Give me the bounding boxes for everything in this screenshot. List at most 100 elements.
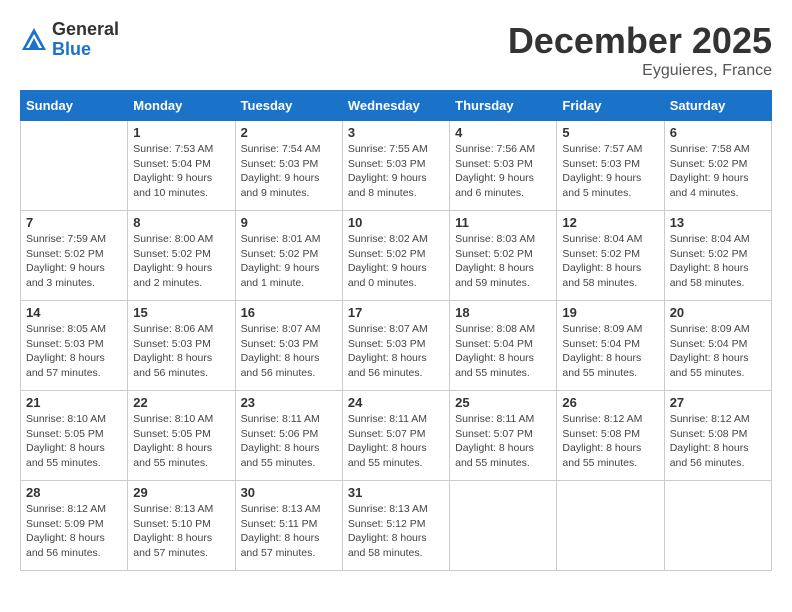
day-of-week-header: Tuesday xyxy=(235,91,342,121)
calendar-week-row: 7 Sunrise: 7:59 AMSunset: 5:02 PMDaylight… xyxy=(21,211,772,301)
day-number: 22 xyxy=(133,395,229,410)
day-info: Sunrise: 7:53 AMSunset: 5:04 PMDaylight:… xyxy=(133,142,229,201)
calendar-day-cell: 17Sunrise: 8:07 AMSunset: 5:03 PMDayligh… xyxy=(342,301,449,391)
day-info: Sunrise: 8:07 AMSunset: 5:03 PMDaylight:… xyxy=(241,322,337,381)
calendar-day-cell: 12 Sunrise: 8:04 AMSunset: 5:02 PMDayligh… xyxy=(557,211,664,301)
day-number: 28 xyxy=(26,485,122,500)
day-of-week-header: Thursday xyxy=(450,91,557,121)
calendar-day-cell: 28 Sunrise: 8:12 AMSunset: 5:09 PMDayligh… xyxy=(21,481,128,571)
day-number: 16 xyxy=(241,305,337,320)
logo: General Blue xyxy=(20,20,119,60)
day-info: Sunrise: 8:03 AMSunset: 5:02 PMDaylight:… xyxy=(455,232,551,291)
day-number: 11 xyxy=(455,215,551,230)
day-info: Sunrise: 8:06 AMSunset: 5:03 PMDaylight:… xyxy=(133,322,229,381)
calendar-day-cell: 6Sunrise: 7:58 AMSunset: 5:02 PMDaylight… xyxy=(664,121,771,211)
day-number: 1 xyxy=(133,125,229,140)
calendar-day-cell: 9 Sunrise: 8:01 AMSunset: 5:02 PMDaylight… xyxy=(235,211,342,301)
month-title: December 2025 xyxy=(508,20,772,62)
page-header: General Blue December 2025 Eyguieres, Fr… xyxy=(20,20,772,80)
calendar-day-cell xyxy=(450,481,557,571)
calendar-day-cell: 13 Sunrise: 8:04 AMSunset: 5:02 PMDayligh… xyxy=(664,211,771,301)
day-info: Sunrise: 7:59 AMSunset: 5:02 PMDaylight:… xyxy=(26,232,122,291)
calendar-day-cell: 30 Sunrise: 8:13 AMSunset: 5:11 PMDayligh… xyxy=(235,481,342,571)
calendar-day-cell: 14 Sunrise: 8:05 AMSunset: 5:03 PMDayligh… xyxy=(21,301,128,391)
day-number: 29 xyxy=(133,485,229,500)
logo-text: General Blue xyxy=(52,20,119,60)
calendar-week-row: 1 Sunrise: 7:53 AMSunset: 5:04 PMDaylight… xyxy=(21,121,772,211)
day-number: 23 xyxy=(241,395,337,410)
day-number: 15 xyxy=(133,305,229,320)
day-info: Sunrise: 7:57 AMSunset: 5:03 PMDaylight:… xyxy=(562,142,658,201)
day-number: 12 xyxy=(562,215,658,230)
day-info: Sunrise: 8:09 AMSunset: 5:04 PMDaylight:… xyxy=(670,322,766,381)
day-info: Sunrise: 8:12 AMSunset: 5:08 PMDaylight:… xyxy=(670,412,766,471)
calendar-day-cell xyxy=(21,121,128,211)
calendar-week-row: 14 Sunrise: 8:05 AMSunset: 5:03 PMDayligh… xyxy=(21,301,772,391)
day-info: Sunrise: 8:05 AMSunset: 5:03 PMDaylight:… xyxy=(26,322,122,381)
calendar-day-cell: 18 Sunrise: 8:08 AMSunset: 5:04 PMDayligh… xyxy=(450,301,557,391)
day-info: Sunrise: 8:11 AMSunset: 5:06 PMDaylight:… xyxy=(241,412,337,471)
day-info: Sunrise: 8:08 AMSunset: 5:04 PMDaylight:… xyxy=(455,322,551,381)
day-info: Sunrise: 8:04 AMSunset: 5:02 PMDaylight:… xyxy=(670,232,766,291)
day-number: 21 xyxy=(26,395,122,410)
day-info: Sunrise: 8:11 AMSunset: 5:07 PMDaylight:… xyxy=(348,412,444,471)
day-info: Sunrise: 8:11 AMSunset: 5:07 PMDaylight:… xyxy=(455,412,551,471)
calendar-day-cell: 7 Sunrise: 7:59 AMSunset: 5:02 PMDaylight… xyxy=(21,211,128,301)
location: Eyguieres, France xyxy=(508,62,772,80)
calendar-day-cell xyxy=(664,481,771,571)
calendar-day-cell: 26 Sunrise: 8:12 AMSunset: 5:08 PMDayligh… xyxy=(557,391,664,481)
calendar-day-cell: 3 Sunrise: 7:55 AMSunset: 5:03 PMDaylight… xyxy=(342,121,449,211)
calendar-day-cell: 23 Sunrise: 8:11 AMSunset: 5:06 PMDayligh… xyxy=(235,391,342,481)
day-info: Sunrise: 8:12 AMSunset: 5:09 PMDaylight:… xyxy=(26,502,122,561)
day-info: Sunrise: 7:55 AMSunset: 5:03 PMDaylight:… xyxy=(348,142,444,201)
calendar-day-cell xyxy=(557,481,664,571)
day-number: 30 xyxy=(241,485,337,500)
day-of-week-header: Wednesday xyxy=(342,91,449,121)
calendar-day-cell: 8 Sunrise: 8:00 AMSunset: 5:02 PMDaylight… xyxy=(128,211,235,301)
calendar-day-cell: 29Sunrise: 8:13 AMSunset: 5:10 PMDayligh… xyxy=(128,481,235,571)
day-number: 9 xyxy=(241,215,337,230)
day-number: 8 xyxy=(133,215,229,230)
day-number: 20 xyxy=(670,305,766,320)
calendar-day-cell: 11 Sunrise: 8:03 AMSunset: 5:02 PMDayligh… xyxy=(450,211,557,301)
day-number: 5 xyxy=(562,125,658,140)
day-info: Sunrise: 7:54 AMSunset: 5:03 PMDaylight:… xyxy=(241,142,337,201)
calendar-day-cell: 27Sunrise: 8:12 AMSunset: 5:08 PMDayligh… xyxy=(664,391,771,481)
day-number: 6 xyxy=(670,125,766,140)
day-info: Sunrise: 8:01 AMSunset: 5:02 PMDaylight:… xyxy=(241,232,337,291)
logo-icon xyxy=(20,26,48,54)
day-number: 18 xyxy=(455,305,551,320)
day-info: Sunrise: 8:10 AMSunset: 5:05 PMDaylight:… xyxy=(133,412,229,471)
logo-blue: Blue xyxy=(52,40,119,60)
calendar-day-cell: 20 Sunrise: 8:09 AMSunset: 5:04 PMDayligh… xyxy=(664,301,771,391)
day-info: Sunrise: 7:56 AMSunset: 5:03 PMDaylight:… xyxy=(455,142,551,201)
calendar-week-row: 21 Sunrise: 8:10 AMSunset: 5:05 PMDayligh… xyxy=(21,391,772,481)
day-info: Sunrise: 8:04 AMSunset: 5:02 PMDaylight:… xyxy=(562,232,658,291)
day-number: 4 xyxy=(455,125,551,140)
logo-general: General xyxy=(52,20,119,40)
day-info: Sunrise: 8:00 AMSunset: 5:02 PMDaylight:… xyxy=(133,232,229,291)
day-info: Sunrise: 8:12 AMSunset: 5:08 PMDaylight:… xyxy=(562,412,658,471)
calendar-table: SundayMondayTuesdayWednesdayThursdayFrid… xyxy=(20,90,772,571)
calendar-header-row: SundayMondayTuesdayWednesdayThursdayFrid… xyxy=(21,91,772,121)
day-number: 26 xyxy=(562,395,658,410)
day-info: Sunrise: 8:13 AMSunset: 5:11 PMDaylight:… xyxy=(241,502,337,561)
calendar-day-cell: 5 Sunrise: 7:57 AMSunset: 5:03 PMDaylight… xyxy=(557,121,664,211)
day-number: 3 xyxy=(348,125,444,140)
day-number: 7 xyxy=(26,215,122,230)
day-number: 2 xyxy=(241,125,337,140)
day-number: 14 xyxy=(26,305,122,320)
title-area: December 2025 Eyguieres, France xyxy=(508,20,772,80)
day-number: 13 xyxy=(670,215,766,230)
day-number: 31 xyxy=(348,485,444,500)
day-of-week-header: Sunday xyxy=(21,91,128,121)
calendar-day-cell: 2 Sunrise: 7:54 AMSunset: 5:03 PMDaylight… xyxy=(235,121,342,211)
calendar-day-cell: 4 Sunrise: 7:56 AMSunset: 5:03 PMDaylight… xyxy=(450,121,557,211)
day-info: Sunrise: 8:13 AMSunset: 5:12 PMDaylight:… xyxy=(348,502,444,561)
calendar-day-cell: 25Sunrise: 8:11 AMSunset: 5:07 PMDayligh… xyxy=(450,391,557,481)
day-info: Sunrise: 8:09 AMSunset: 5:04 PMDaylight:… xyxy=(562,322,658,381)
day-of-week-header: Saturday xyxy=(664,91,771,121)
day-info: Sunrise: 8:10 AMSunset: 5:05 PMDaylight:… xyxy=(26,412,122,471)
day-number: 10 xyxy=(348,215,444,230)
calendar-day-cell: 19Sunrise: 8:09 AMSunset: 5:04 PMDayligh… xyxy=(557,301,664,391)
